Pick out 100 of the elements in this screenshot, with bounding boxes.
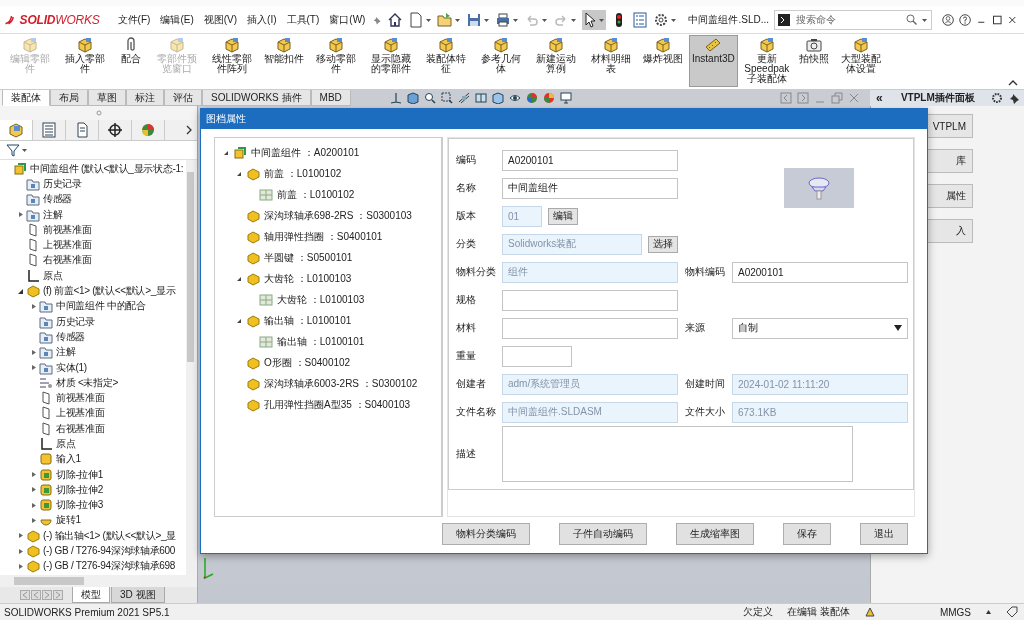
tag-icon[interactable] (1006, 606, 1018, 618)
caret-down-icon[interactable] (223, 149, 229, 156)
tree-item[interactable]: O形圈 ：S0400102 (264, 355, 351, 370)
caret-icon[interactable] (454, 16, 462, 23)
menu-item[interactable]: 视图(V) (200, 10, 241, 29)
caret-down-icon[interactable] (17, 287, 24, 295)
ribbon-button[interactable]: 装配体特征 (420, 35, 472, 87)
collapse-button[interactable]: « (874, 91, 885, 105)
field-button[interactable]: 选择 (648, 235, 678, 253)
appearance-icon[interactable] (526, 92, 538, 104)
settings-icon[interactable] (653, 11, 670, 28)
tree-item[interactable]: 中间盖组件 (默认<默认_显示状态-1: (30, 161, 184, 176)
save-icon[interactable] (466, 11, 483, 28)
tree-item[interactable]: 切除-拉伸1 (56, 467, 104, 482)
tree-item[interactable]: 实体(1) (56, 360, 87, 375)
account-icon[interactable] (942, 11, 955, 28)
ribbon-button[interactable]: 配合 (114, 35, 148, 87)
text-field[interactable]: A0200101 (502, 149, 678, 171)
property-list-icon[interactable] (41, 122, 57, 138)
tree-item[interactable]: 前盖 ：L0100102 (264, 166, 342, 181)
tree-item[interactable]: 输出轴 ：L0100101 (264, 313, 352, 328)
dialog-button[interactable]: 退出 (860, 523, 908, 545)
caret-right-icon[interactable] (17, 211, 24, 219)
menu-item[interactable]: 工具(T) (283, 10, 323, 29)
settings-icon[interactable] (991, 92, 1003, 104)
ribbon-tab[interactable]: SOLIDWORKS 插件 (202, 90, 311, 106)
home-icon[interactable] (387, 11, 404, 28)
ribbon-button[interactable]: 爆炸视图 (640, 35, 686, 87)
tree-item[interactable]: 上视基准面 (56, 406, 105, 421)
ribbon-button[interactable]: 智能扣件 (261, 35, 307, 87)
tree-item[interactable]: 大齿轮 ：L0100103 (264, 271, 352, 286)
caret-down-icon[interactable] (236, 170, 242, 177)
caret-right-icon[interactable] (30, 486, 37, 494)
dialog-button[interactable]: 子件自动编码 (559, 523, 647, 545)
caret-down-icon[interactable] (236, 275, 242, 282)
ribbon-tab[interactable]: 装配体 (2, 90, 50, 106)
tree-item[interactable]: (-) 输出轴<1> (默认<<默认>_显 (43, 528, 176, 543)
search-field[interactable]: 搜索命令 (794, 13, 903, 26)
view-orientation-icon[interactable] (475, 92, 487, 104)
tree-item[interactable]: (f) 前盖<1> (默认<<默认>_显示 (43, 284, 176, 298)
caret-icon[interactable] (21, 147, 28, 153)
ribbon-button[interactable]: 插入零部件 (59, 35, 111, 87)
tree-item[interactable]: 历史记录 (43, 176, 82, 191)
text-field[interactable] (502, 317, 678, 339)
tree-item[interactable]: 半圆键 ：S0500101 (264, 250, 353, 265)
caret-right-icon[interactable] (30, 516, 37, 524)
ribbon-button[interactable]: 参考几何体 (475, 35, 527, 87)
crosshair-icon[interactable] (107, 122, 123, 138)
caret-right-icon[interactable] (30, 471, 37, 479)
ribbon-button[interactable]: 材料明细表 (585, 35, 637, 87)
ribbon-tab[interactable]: 标注 (126, 90, 164, 106)
chevron-right-icon[interactable] (185, 125, 193, 135)
dialog-button[interactable]: 保存 (783, 523, 831, 545)
menu-item[interactable]: 插入(I) (244, 10, 280, 29)
configuration-icon[interactable] (74, 122, 90, 138)
scrollbar[interactable] (186, 160, 197, 575)
ribbon-button[interactable]: 大型装配体设置 (834, 35, 887, 87)
units-text[interactable]: MMGS (939, 606, 971, 618)
print-icon[interactable] (495, 11, 512, 28)
caret-icon[interactable] (921, 16, 929, 23)
tree-item[interactable]: 前视基准面 (43, 222, 92, 237)
caret-icon[interactable] (541, 16, 549, 23)
caret-right-icon[interactable] (17, 562, 24, 570)
caret-right-icon[interactable] (17, 547, 24, 555)
monitor-icon[interactable] (560, 92, 572, 104)
text-field[interactable] (502, 289, 678, 311)
cube-icon[interactable] (407, 92, 419, 104)
tree-item[interactable]: 切除-拉伸2 (56, 482, 104, 497)
tree-item[interactable]: 右视基准面 (56, 421, 105, 436)
zoom-icon[interactable] (424, 92, 436, 104)
ribbon-button[interactable]: 拍快照 (795, 35, 832, 87)
ribbon-button[interactable]: 移动零部件 (310, 35, 362, 87)
tree-item[interactable]: 输入1 (56, 452, 81, 467)
caret-right-icon[interactable] (30, 364, 37, 371)
tree-item[interactable]: 深沟球轴承6003-2RS ：S0300102 (264, 376, 418, 391)
search-box[interactable]: 搜索命令 (774, 9, 933, 30)
zoom-area-icon[interactable] (441, 92, 453, 104)
tree-item[interactable]: (-) GB / T276-94深沟球轴承698 (43, 559, 176, 574)
tree-item[interactable]: 旋转1 (56, 513, 81, 528)
caret-icon[interactable] (598, 16, 606, 23)
text-field[interactable] (502, 345, 572, 367)
scene-icon[interactable] (543, 92, 555, 104)
dropdown[interactable]: 自制 (732, 317, 908, 339)
caret-icon[interactable] (425, 16, 433, 23)
ribbon-tab[interactable]: 布局 (50, 90, 88, 106)
caret-icon[interactable] (570, 16, 578, 23)
ribbon-tab[interactable]: 草图 (88, 90, 126, 106)
tree-item[interactable]: 右视基准面 (43, 253, 92, 268)
section-view-icon[interactable] (458, 92, 470, 104)
tree-item[interactable]: 输出轴 ：L0100101 (277, 334, 365, 349)
ribbon-button[interactable]: Instant3D (689, 35, 738, 87)
tree-item[interactable]: 传感器 (56, 329, 86, 344)
tree-item[interactable]: 大齿轮 ：L0100103 (277, 292, 365, 307)
scrollbar[interactable] (0, 575, 197, 587)
tree-item[interactable]: 原点 (56, 437, 76, 451)
tree-item[interactable]: 轴用弹性挡圈 ：S0400101 (264, 229, 383, 244)
display-style-icon[interactable] (492, 92, 504, 104)
tree-item[interactable]: 传感器 (43, 192, 73, 207)
ribbon-tab[interactable]: MBD (310, 90, 351, 106)
tree-item[interactable]: 中间盖组件 中的配合 (56, 299, 146, 314)
